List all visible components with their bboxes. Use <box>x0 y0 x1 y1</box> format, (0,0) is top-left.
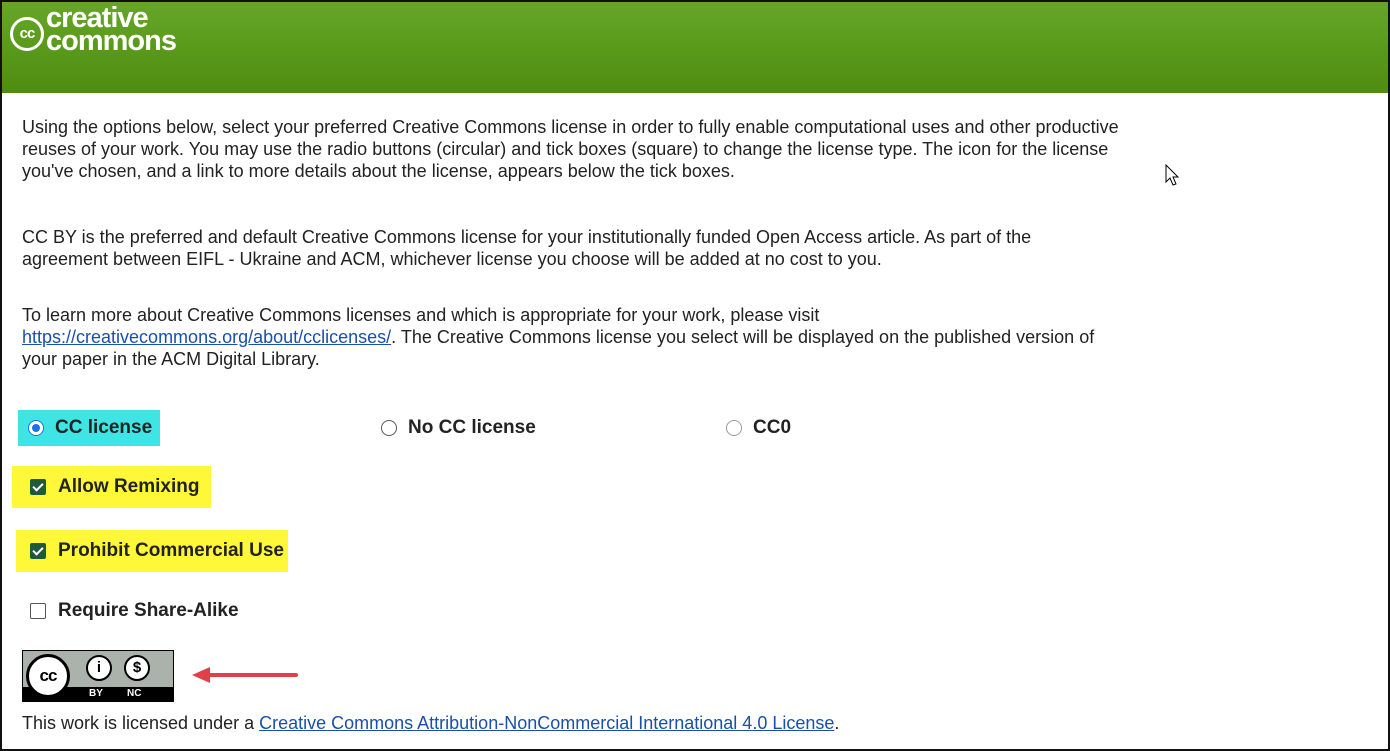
intro-paragraph: Using the options below, select your pre… <box>22 117 1119 181</box>
license-panel: cc creative commons Using the options be… <box>0 0 1390 751</box>
license-link[interactable]: Creative Commons Attribution-NonCommerci… <box>259 713 834 733</box>
cc-licenses-link[interactable]: https://creativecommons.org/about/cclice… <box>22 327 391 347</box>
noncommercial-icon: $ <box>124 655 150 681</box>
cc-logo-icon: cc <box>10 17 44 51</box>
learn-more-paragraph: To learn more about Creative Commons lic… <box>22 305 1095 369</box>
mouse-cursor-icon <box>1165 164 1180 186</box>
attribution-icon: i <box>86 655 112 681</box>
checkbox-require-share-alike[interactable]: Require Share-Alike <box>30 596 239 626</box>
radio-cc-license[interactable]: CC license <box>18 410 161 446</box>
checkbox-unchecked[interactable] <box>30 603 46 619</box>
cc-by-nc-license-badge[interactable]: cc i $ BY NC <box>22 650 174 702</box>
radio-button[interactable] <box>726 420 742 436</box>
creative-commons-logo: cc creative commons <box>10 4 177 57</box>
preferred-license-paragraph: CC BY is the preferred and default Creat… <box>22 227 1032 269</box>
logo-line-commons: commons <box>46 25 177 57</box>
radio-button[interactable] <box>381 420 397 436</box>
cc-header-banner: cc creative commons <box>2 2 1388 93</box>
radio-cc0[interactable]: CC0 <box>726 414 791 442</box>
radio-no-cc-license[interactable]: No CC license <box>381 414 536 442</box>
checkbox-checked[interactable] <box>30 543 46 559</box>
license-statement: This work is licensed under a Creative C… <box>22 713 840 733</box>
checkbox-prohibit-commercial-use[interactable]: Prohibit Commercial Use <box>16 530 288 572</box>
red-arrow-annotation <box>192 667 298 683</box>
checkbox-checked[interactable] <box>30 479 46 495</box>
badge-by-label: BY <box>89 688 103 699</box>
radio-button-checked[interactable] <box>28 420 44 436</box>
cc-icon: cc <box>26 654 70 698</box>
badge-nc-label: NC <box>127 688 142 699</box>
checkbox-allow-remixing[interactable]: Allow Remixing <box>12 466 212 508</box>
